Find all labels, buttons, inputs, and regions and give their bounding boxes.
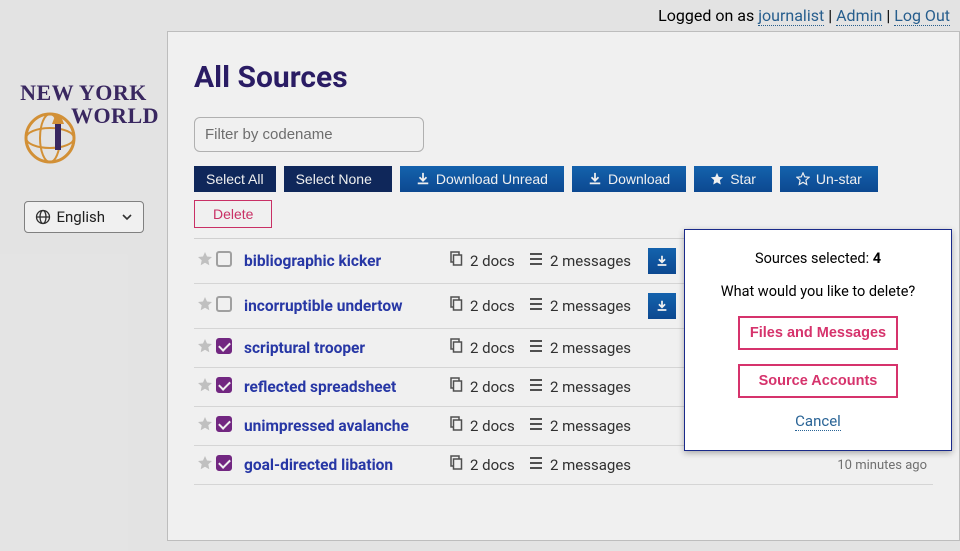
docs-icon [448, 296, 464, 316]
messages-count: 2 messages [550, 417, 631, 435]
docs-icon [448, 377, 464, 397]
docs-icon [448, 416, 464, 436]
row-docs: 2 docs [448, 296, 528, 316]
chevron-down-icon [121, 211, 133, 223]
globe-icon [35, 209, 51, 225]
top-bar: Logged on as journalist|Admin|Log Out [0, 0, 960, 31]
list-icon [528, 455, 544, 475]
unstar-button[interactable]: Un-star [780, 166, 878, 192]
list-icon [528, 416, 544, 436]
docs-icon [448, 338, 464, 358]
download-icon [416, 172, 430, 186]
messages-count: 2 messages [550, 378, 631, 396]
list-icon [528, 296, 544, 316]
docs-count: 2 docs [470, 417, 515, 435]
row-checkbox[interactable] [216, 251, 238, 271]
docs-icon [448, 251, 464, 271]
list-icon [528, 251, 544, 271]
row-codename: reflected spreadsheet [238, 378, 448, 396]
row-messages: 2 messages [528, 338, 648, 358]
row-codename: goal-directed libation [238, 456, 448, 474]
codename-link[interactable]: scriptural trooper [244, 339, 365, 357]
messages-count: 2 messages [550, 297, 631, 315]
docs-icon [448, 455, 464, 475]
row-messages: 2 messages [528, 416, 648, 436]
sidebar: NEW YORK WORLD English [0, 31, 167, 541]
delete-modal: Sources selected: 4 What would you like … [684, 229, 952, 451]
row-star-toggle[interactable] [194, 338, 216, 358]
row-messages: 2 messages [528, 296, 648, 316]
docs-count: 2 docs [470, 456, 515, 474]
row-checkbox[interactable] [216, 416, 238, 436]
delete-button[interactable]: Delete [194, 200, 272, 228]
row-messages: 2 messages [528, 455, 648, 475]
row-messages: 2 messages [528, 251, 648, 271]
admin-link[interactable]: Admin [836, 6, 882, 26]
codename-link[interactable]: goal-directed libation [244, 456, 393, 474]
logo-text-line2: WORLD [0, 104, 167, 127]
row-star-toggle[interactable] [194, 296, 216, 316]
row-docs: 2 docs [448, 416, 528, 436]
docs-count: 2 docs [470, 378, 515, 396]
star-icon [710, 172, 724, 186]
modal-cancel-link[interactable]: Cancel [795, 412, 841, 431]
row-star-toggle[interactable] [194, 416, 216, 436]
row-timestamp: 10 minutes ago [688, 458, 933, 473]
row-docs: 2 docs [448, 338, 528, 358]
row-checkbox[interactable] [216, 377, 238, 397]
codename-link[interactable]: bibliographic kicker [244, 252, 381, 270]
toolbar: Select All Select None Download Unread D… [194, 166, 933, 228]
logout-link[interactable]: Log Out [894, 6, 950, 26]
star-button[interactable]: Star [694, 166, 772, 192]
modal-question: What would you like to delete? [703, 283, 933, 300]
list-icon [528, 338, 544, 358]
row-star-toggle[interactable] [194, 377, 216, 397]
delete-files-button[interactable]: Files and Messages [738, 316, 898, 350]
row-messages: 2 messages [528, 377, 648, 397]
star-outline-icon [796, 172, 810, 186]
row-docs: 2 docs [448, 377, 528, 397]
page-title: All Sources [194, 60, 933, 95]
logged-on-label: Logged on as [658, 6, 758, 25]
row-codename: bibliographic kicker [238, 252, 448, 270]
row-codename: scriptural trooper [238, 339, 448, 357]
logo-text-line1: NEW YORK [0, 81, 167, 104]
row-star-toggle[interactable] [194, 455, 216, 475]
codename-link[interactable]: unimpressed avalanche [244, 417, 409, 435]
delete-accounts-button[interactable]: Source Accounts [738, 364, 898, 398]
logo: NEW YORK WORLD [0, 81, 167, 171]
modal-selected-line: Sources selected: 4 [703, 250, 933, 267]
row-docs: 2 docs [448, 251, 528, 271]
row-checkbox[interactable] [216, 296, 238, 316]
codename-link[interactable]: incorruptible undertow [244, 297, 402, 315]
docs-count: 2 docs [470, 339, 515, 357]
download-button[interactable]: Download [572, 166, 686, 192]
select-all-button[interactable]: Select All [194, 166, 276, 192]
table-row: goal-directed libation 2 docs 2 messages 10… [194, 446, 933, 485]
list-icon [528, 377, 544, 397]
row-checkbox[interactable] [216, 338, 238, 358]
docs-count: 2 docs [470, 252, 515, 270]
select-none-button[interactable]: Select None [284, 166, 392, 192]
docs-count: 2 docs [470, 297, 515, 315]
row-download-button[interactable] [648, 248, 676, 274]
row-codename: incorruptible undertow [238, 297, 448, 315]
download-icon [588, 172, 602, 186]
download-unread-button[interactable]: Download Unread [400, 166, 564, 192]
messages-count: 2 messages [550, 252, 631, 270]
language-selector[interactable]: English [24, 201, 144, 233]
row-star-toggle[interactable] [194, 251, 216, 271]
row-checkbox[interactable] [216, 455, 238, 475]
modal-selected-count: 4 [873, 250, 881, 267]
filter-input[interactable] [194, 117, 424, 152]
username-link[interactable]: journalist [758, 6, 824, 26]
row-download-button[interactable] [648, 293, 676, 319]
row-codename: unimpressed avalanche [238, 417, 448, 435]
codename-link[interactable]: reflected spreadsheet [244, 378, 396, 396]
messages-count: 2 messages [550, 456, 631, 474]
row-docs: 2 docs [448, 455, 528, 475]
messages-count: 2 messages [550, 339, 631, 357]
language-label: English [57, 208, 106, 226]
